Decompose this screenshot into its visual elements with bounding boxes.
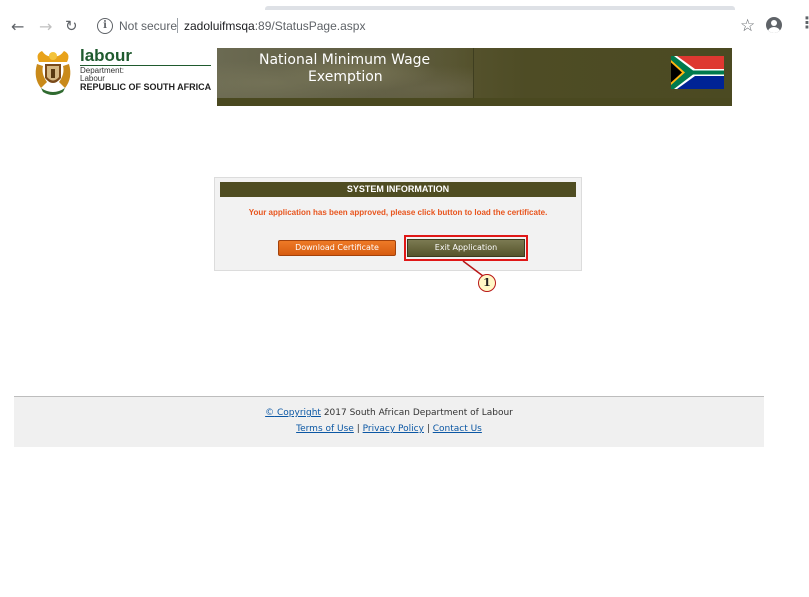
copyright-text: 2017 South African Department of Labour [320,408,513,418]
terms-of-use-link[interactable]: Terms of Use [296,424,354,434]
footer-separator: | [353,424,363,434]
address-separator [177,18,178,33]
reload-icon[interactable]: ↻ [65,18,78,34]
approval-message: Your application has been approved, plea… [248,208,548,217]
page-footer: © Copyright 2017 South African Departmen… [14,396,764,447]
star-icon[interactable]: ☆ [740,16,755,36]
privacy-policy-link[interactable]: Privacy Policy [363,424,424,434]
info-icon[interactable]: i [97,18,113,34]
banner-bottom-bar [217,98,732,106]
download-certificate-button[interactable]: Download Certificate [278,240,396,256]
url-path: :89/StatusPage.aspx [254,19,366,33]
site-banner: National Minimum Wage Exemption [217,48,732,106]
department-logo[interactable]: labour Department: Labour REPUBLIC OF SO… [33,46,213,98]
copyright-link[interactable]: Copyright [274,408,321,418]
banner-title-line1: National Minimum Wage [259,52,431,68]
account-icon[interactable] [766,17,782,33]
system-information-panel: SYSTEM INFORMATION Your application has … [214,177,582,271]
copyright-symbol[interactable]: © [265,408,274,418]
url-host: zadoluifmsqa [184,19,255,33]
footer-separator: | [423,424,433,434]
browser-toolbar: ← → ↻ i Not secure zadoluifmsqa:89/Statu… [0,10,809,44]
copyright-line: © Copyright 2017 South African Departmen… [14,408,764,418]
address-bar[interactable]: zadoluifmsqa:89/StatusPage.aspx [184,19,365,33]
back-icon[interactable]: ← [11,19,24,35]
panel-heading: SYSTEM INFORMATION [220,182,576,197]
coat-of-arms-icon [35,51,71,95]
footer-links: Terms of Use | Privacy Policy | Contact … [14,424,764,434]
contact-us-link[interactable]: Contact Us [433,424,482,434]
security-label[interactable]: Not secure [119,19,177,33]
exit-application-button[interactable]: Exit Application [407,239,525,257]
menu-icon[interactable]: ⋮ [799,15,809,31]
forward-icon[interactable]: → [39,19,52,35]
callout-badge: 1 [478,274,496,292]
banner-title-line2: Exemption [308,69,383,85]
logo-republic: REPUBLIC OF SOUTH AFRICA [80,82,212,92]
south-africa-flag-icon [671,56,724,89]
logo-title: labour [80,46,132,65]
